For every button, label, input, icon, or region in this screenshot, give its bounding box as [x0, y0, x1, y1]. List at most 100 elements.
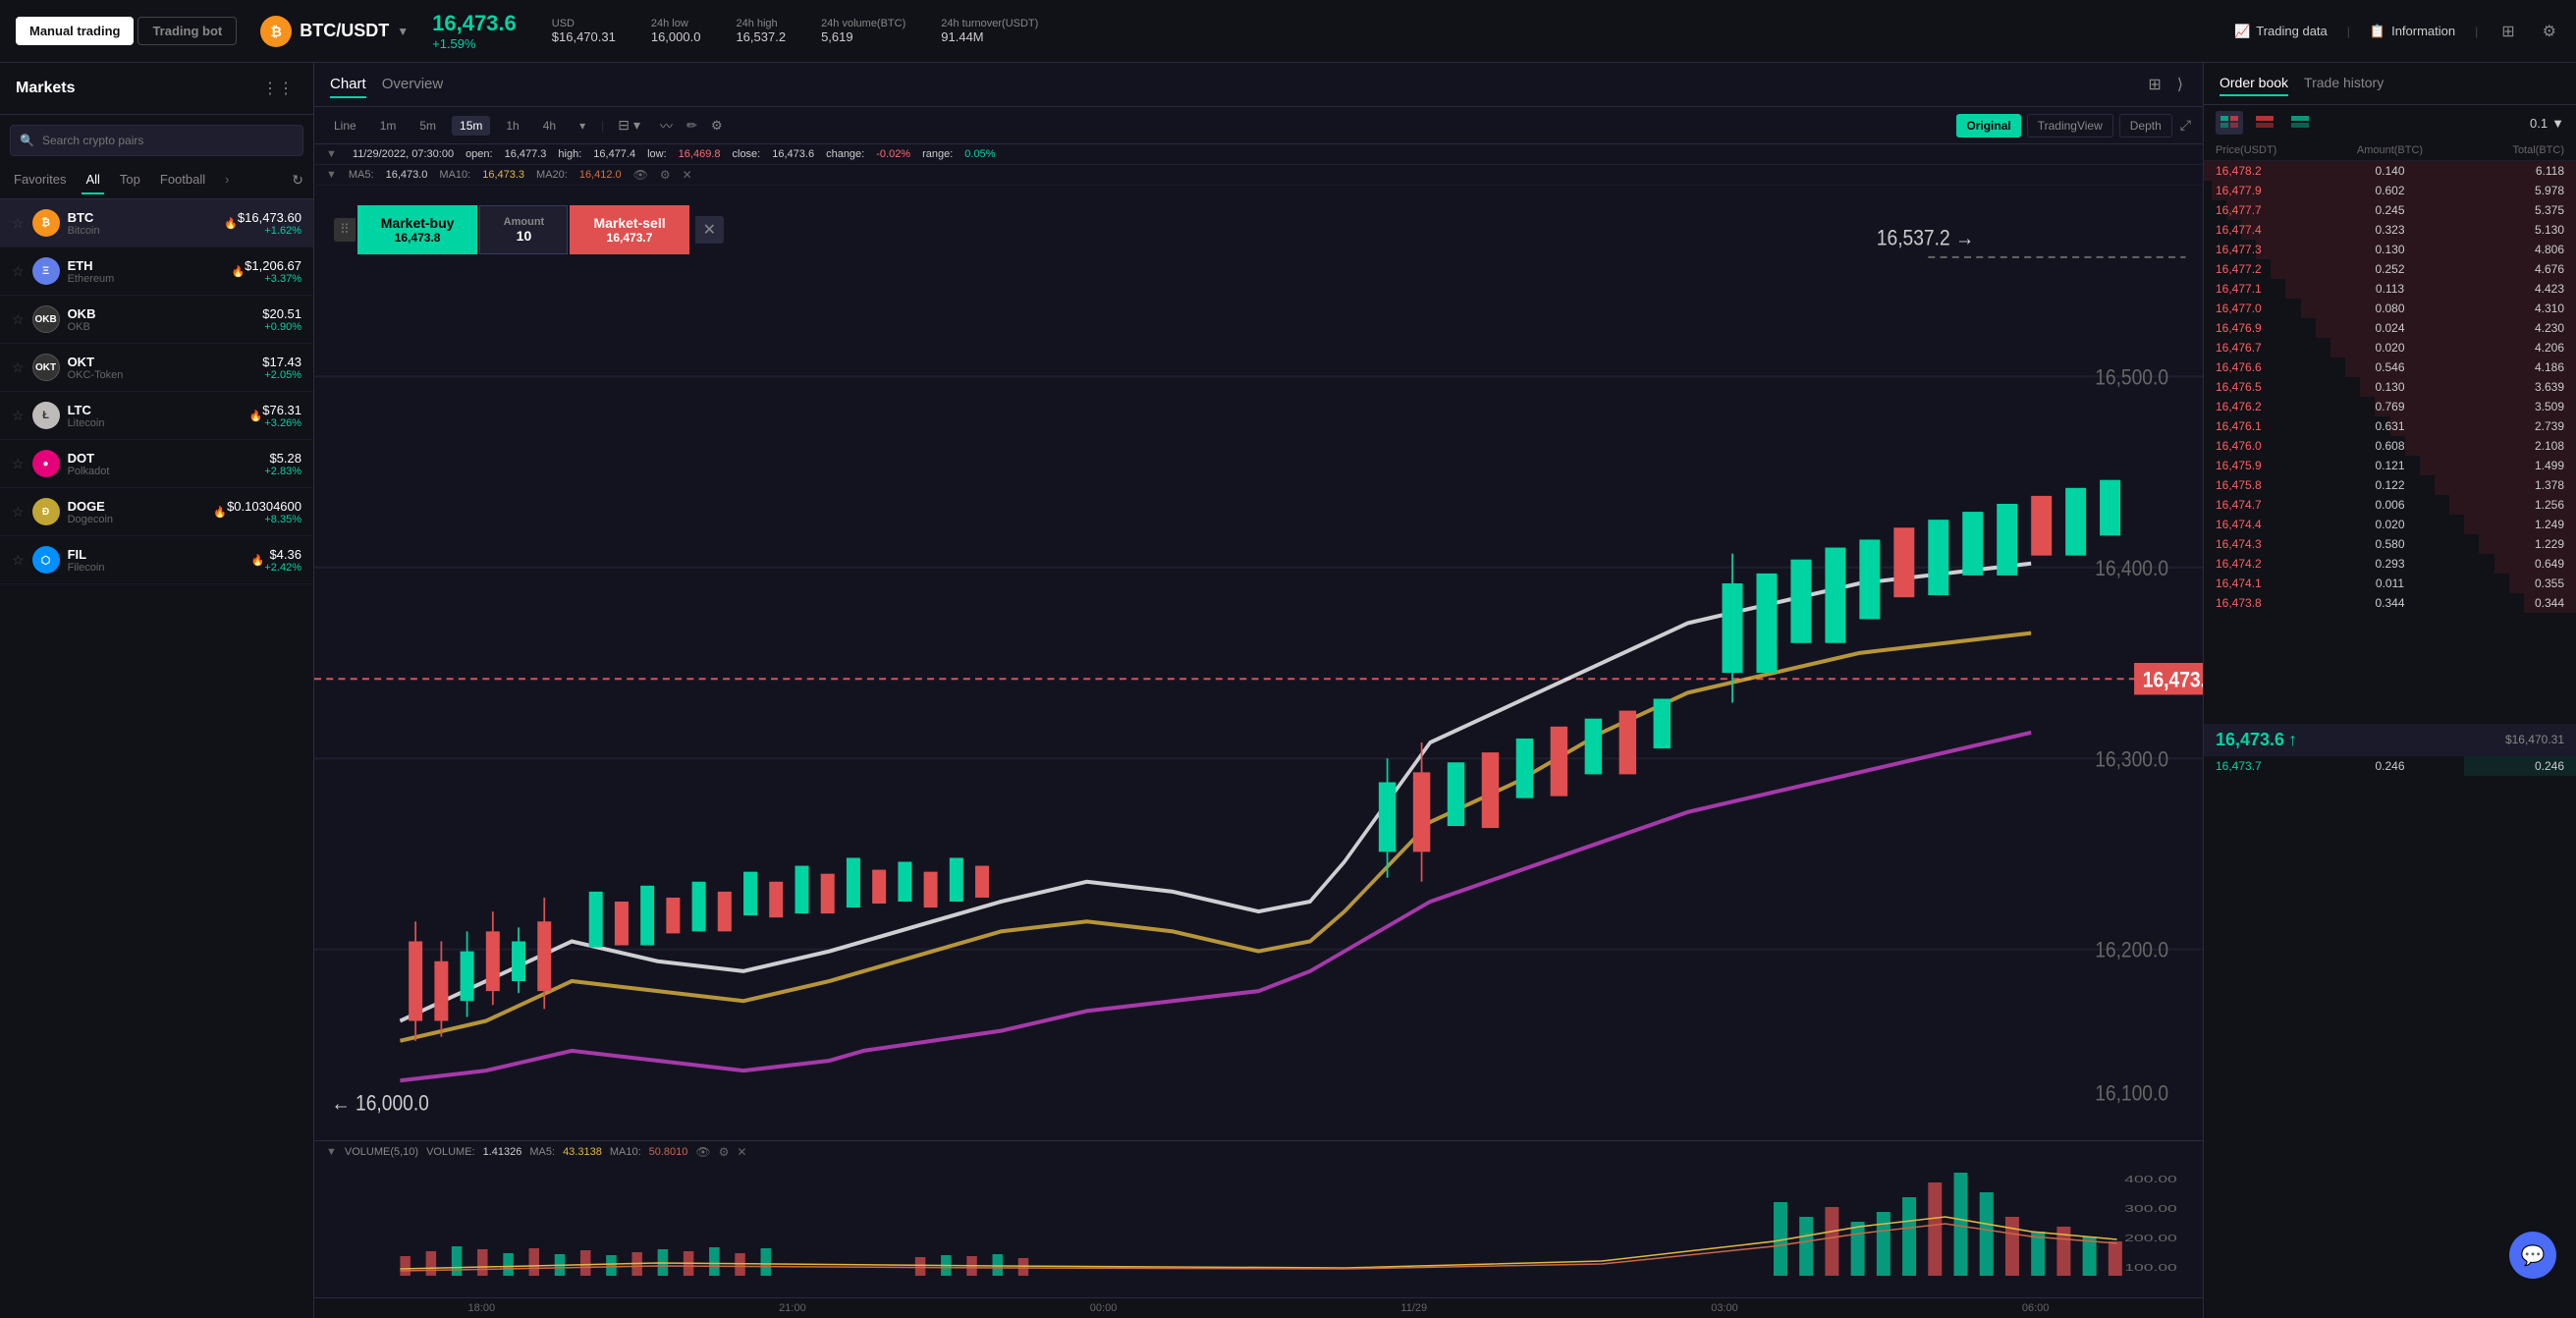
- list-item[interactable]: ☆ OKT OKT OKC-Token $17.43 +2.05%: [0, 344, 313, 392]
- view-tradingview-button[interactable]: TradingView: [2027, 114, 2113, 137]
- table-row[interactable]: 16,478.2 0.140 6.118: [2204, 161, 2576, 181]
- drawing-icon[interactable]: ✏: [681, 113, 703, 137]
- ask-price: 16,475.8: [2216, 478, 2331, 492]
- ma-collapse-icon[interactable]: ▼: [326, 169, 337, 181]
- sidebar-settings-icon[interactable]: ⋮⋮: [258, 75, 298, 102]
- chat-fab-button[interactable]: 💬: [2509, 1232, 2556, 1279]
- view-original-button[interactable]: Original: [1956, 114, 2020, 137]
- expand-icon[interactable]: ⟩: [2173, 71, 2187, 98]
- indicator-icon[interactable]: 〰: [654, 113, 679, 137]
- tab-trade-history[interactable]: Trade history: [2304, 71, 2384, 96]
- tab-football[interactable]: Football: [156, 166, 209, 194]
- list-item[interactable]: ☆ Ł LTC Litecoin 🔥 $76.31 +3.26%: [0, 392, 313, 440]
- ask-total: 6.118: [2448, 164, 2564, 178]
- drag-handle[interactable]: ⠿: [334, 218, 356, 242]
- ask-amount: 0.252: [2331, 262, 2447, 276]
- tab-top[interactable]: Top: [116, 166, 144, 194]
- market-buy-button[interactable]: Market-buy 16,473.8: [357, 205, 478, 254]
- layout-button[interactable]: ⊞: [2497, 18, 2518, 45]
- more-categories-icon[interactable]: ›: [221, 166, 233, 194]
- close-overlay-button[interactable]: ✕: [695, 216, 724, 244]
- star-ltc[interactable]: ☆: [12, 408, 25, 424]
- tab-order-book[interactable]: Order book: [2220, 71, 2288, 96]
- list-item[interactable]: ☆ Ð DOGE Dogecoin 🔥 $0.10304600 +8.35%: [0, 488, 313, 536]
- ma5-label: MA5:: [349, 169, 374, 181]
- tab-favorites[interactable]: Favorites: [10, 166, 70, 194]
- view-depth-button[interactable]: Depth: [2119, 114, 2172, 137]
- star-fil[interactable]: ☆: [12, 552, 25, 569]
- table-row[interactable]: 16,477.9 0.602 5.978: [2204, 181, 2576, 200]
- fullscreen-button[interactable]: ⤢: [2180, 117, 2191, 134]
- list-item[interactable]: ☆ ● DOT Polkadot $5.28 +2.83%: [0, 440, 313, 488]
- table-row[interactable]: 16,475.9 0.121 1.499: [2204, 456, 2576, 475]
- table-row[interactable]: 16,476.7 0.020 4.206: [2204, 338, 2576, 357]
- ob-view-bids-button[interactable]: [2286, 111, 2314, 135]
- trading-data-link[interactable]: 📈 Trading data: [2234, 24, 2328, 39]
- ob-depth-selector[interactable]: 0.1 ▼: [2530, 116, 2564, 131]
- star-doge[interactable]: ☆: [12, 504, 25, 521]
- table-row[interactable]: 16,474.2 0.293 0.649: [2204, 554, 2576, 574]
- table-row[interactable]: 16,474.4 0.020 1.249: [2204, 515, 2576, 534]
- tab-all[interactable]: All: [82, 166, 103, 194]
- star-btc[interactable]: ☆: [12, 215, 25, 232]
- vol-close-button[interactable]: ✕: [737, 1145, 746, 1159]
- search-input[interactable]: [10, 125, 303, 156]
- settings-button[interactable]: ⚙: [2539, 18, 2560, 45]
- ma-close-button[interactable]: ✕: [683, 168, 692, 182]
- table-row[interactable]: 16,476.5 0.130 3.639: [2204, 377, 2576, 397]
- list-item[interactable]: ☆ ⬡ FIL Filecoin 🔥 $4.36 +2.42%: [0, 536, 313, 584]
- vol-eye-button[interactable]: 👁: [695, 1145, 710, 1159]
- vol-collapse-icon[interactable]: ▼: [326, 1146, 337, 1158]
- table-row[interactable]: 16,477.1 0.113 4.423: [2204, 279, 2576, 299]
- table-row[interactable]: 16,474.3 0.580 1.229: [2204, 534, 2576, 554]
- table-row[interactable]: 16,477.7 0.245 5.375: [2204, 200, 2576, 220]
- tf-more[interactable]: ▾: [572, 116, 593, 136]
- table-row[interactable]: 16,476.9 0.024 4.230: [2204, 318, 2576, 338]
- table-row[interactable]: 16,477.2 0.252 4.676: [2204, 259, 2576, 279]
- tab-overview[interactable]: Overview: [382, 72, 444, 98]
- tf-15m[interactable]: 15m: [452, 116, 490, 136]
- tf-1h[interactable]: 1h: [498, 116, 526, 136]
- table-row[interactable]: 16,477.4 0.323 5.130: [2204, 220, 2576, 240]
- star-eth[interactable]: ☆: [12, 263, 25, 280]
- table-row[interactable]: 16,477.3 0.130 4.806: [2204, 240, 2576, 259]
- market-sell-button[interactable]: Market-sell 16,473.7: [570, 205, 688, 254]
- star-okt[interactable]: ☆: [12, 359, 25, 376]
- pair-dropdown-arrow[interactable]: ▼: [397, 25, 409, 38]
- table-row[interactable]: 16,476.0 0.608 2.108: [2204, 436, 2576, 456]
- ma-settings-button[interactable]: ⚙: [660, 168, 671, 182]
- table-row[interactable]: 16,476.2 0.769 3.509: [2204, 397, 2576, 416]
- fil-coin-icon: ⬡: [32, 546, 60, 574]
- list-item[interactable]: ☆ OKB OKB OKB $20.51 +0.90%: [0, 296, 313, 344]
- manual-trading-button[interactable]: Manual trading: [16, 17, 134, 45]
- tf-line[interactable]: Line: [326, 116, 364, 136]
- star-okb[interactable]: ☆: [12, 311, 25, 328]
- table-row[interactable]: 16,473.7 0.246 0.246: [2204, 756, 2576, 776]
- ob-view-asks-button[interactable]: [2251, 111, 2278, 135]
- table-row[interactable]: 16,475.8 0.122 1.378: [2204, 475, 2576, 495]
- trading-bot-button[interactable]: Trading bot: [137, 17, 237, 45]
- chart-type-button[interactable]: ⊟ ▾: [612, 114, 646, 137]
- tf-4h[interactable]: 4h: [535, 116, 564, 136]
- tf-5m[interactable]: 5m: [411, 116, 444, 136]
- settings-chart-icon[interactable]: ⚙: [705, 113, 729, 137]
- table-row[interactable]: 16,476.1 0.631 2.739: [2204, 416, 2576, 436]
- list-item[interactable]: ☆ Ξ ETH Ethereum 🔥 $1,206.67 +3.37%: [0, 247, 313, 296]
- ohlc-collapse-icon[interactable]: ▼: [326, 148, 337, 160]
- table-row[interactable]: 16,477.0 0.080 4.310: [2204, 299, 2576, 318]
- refresh-button[interactable]: ↻: [292, 172, 303, 189]
- table-row[interactable]: 16,476.6 0.546 4.186: [2204, 357, 2576, 377]
- information-link[interactable]: 📋 Information: [2370, 24, 2455, 39]
- table-row[interactable]: 16,474.1 0.011 0.355: [2204, 574, 2576, 593]
- grid-icon[interactable]: ⊞: [2144, 71, 2165, 98]
- table-row[interactable]: 16,473.8 0.344 0.344: [2204, 593, 2576, 613]
- vol-settings-button[interactable]: ⚙: [719, 1145, 730, 1159]
- pair-name[interactable]: BTC/USDT: [300, 21, 389, 41]
- ma-eye-button[interactable]: 👁: [633, 168, 648, 182]
- table-row[interactable]: 16,474.7 0.006 1.256: [2204, 495, 2576, 515]
- ob-view-both-button[interactable]: [2216, 111, 2243, 135]
- tab-chart[interactable]: Chart: [330, 72, 366, 98]
- tf-1m[interactable]: 1m: [372, 116, 405, 136]
- star-dot[interactable]: ☆: [12, 456, 25, 472]
- list-item[interactable]: ☆ ₿ BTC Bitcoin 🔥 $16,473.60 +1.62%: [0, 199, 313, 247]
